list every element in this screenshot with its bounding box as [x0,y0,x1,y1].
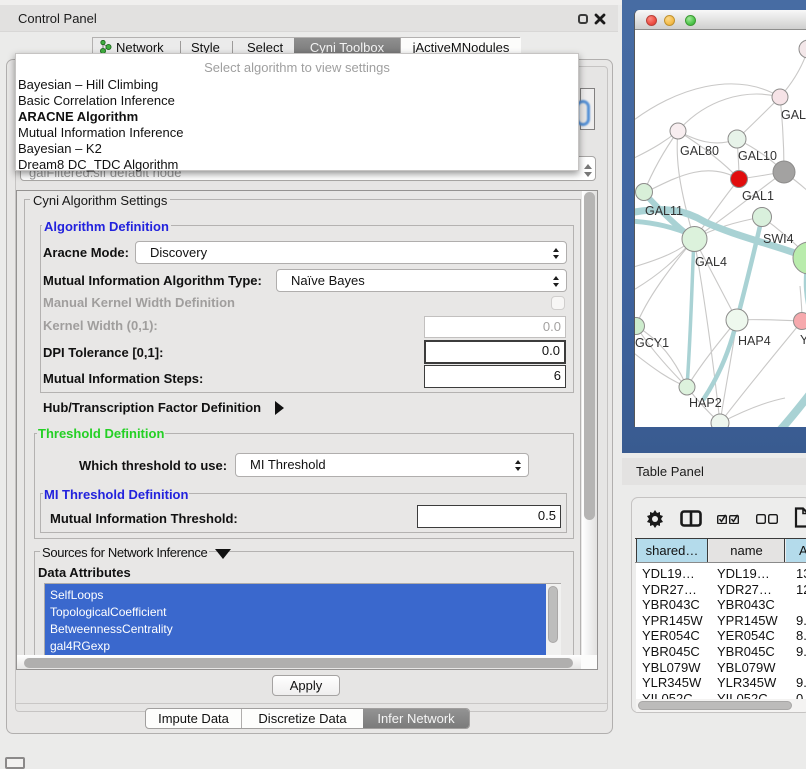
svg-text:GAL11: GAL11 [645,204,683,218]
svg-text:GAL8: GAL8 [781,108,806,122]
svg-text:HAP4: HAP4 [738,334,771,348]
svg-text:HAP2: HAP2 [689,396,722,410]
svg-text:YM: YM [800,333,806,347]
svg-text:GAL10: GAL10 [738,149,777,163]
svg-text:SWI4: SWI4 [763,232,794,246]
svg-text:GCY1: GCY1 [635,336,669,350]
svg-text:GAL4: GAL4 [695,255,727,269]
svg-text:GAL1: GAL1 [742,189,774,203]
svg-text:GAL80: GAL80 [680,144,719,158]
